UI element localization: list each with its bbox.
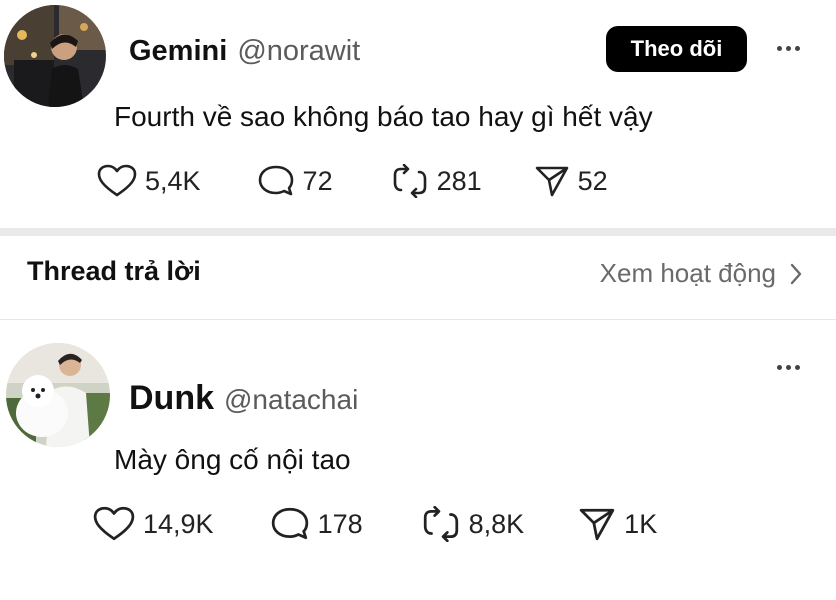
repost-count: 8,8K (468, 508, 525, 539)
chevron-right-icon (790, 263, 802, 284)
author-line: Dunk @natachai (129, 379, 358, 418)
like-button[interactable]: 5,4K (97, 164, 201, 198)
comment-button[interactable]: 72 (257, 164, 333, 198)
send-icon (579, 508, 615, 541)
avatar-gemini[interactable] (4, 5, 106, 107)
share-count: 1K (624, 508, 658, 539)
view-activity-label: Xem hoạt động (599, 258, 776, 288)
heart-icon (93, 506, 135, 541)
comment-icon (271, 507, 308, 540)
avatar-dunk[interactable] (6, 343, 110, 447)
comment-icon (258, 165, 293, 196)
post-text: Fourth về sao không báo tao hay gì hết v… (114, 101, 653, 132)
heart-icon (97, 164, 137, 197)
repost-button[interactable]: 281 (391, 164, 482, 198)
section-divider (0, 228, 836, 236)
display-name[interactable]: Gemini (129, 35, 227, 67)
display-name[interactable]: Dunk (129, 379, 214, 417)
comment-button[interactable]: 178 (270, 506, 363, 542)
like-count: 5,4K (145, 165, 201, 196)
share-button[interactable]: 52 (534, 164, 608, 198)
action-bar: 14,9K 178 8,8K 1K (93, 506, 657, 542)
share-button[interactable]: 1K (578, 506, 657, 542)
repost-icon (393, 164, 426, 198)
repost-icon (423, 506, 458, 542)
thread-title: Thread trả lời (27, 256, 201, 286)
comment-count: 72 (302, 165, 333, 196)
like-button[interactable]: 14,9K (93, 506, 214, 542)
send-icon (535, 166, 568, 197)
more-options-icon[interactable] (777, 365, 800, 370)
comment-count: 178 (317, 508, 363, 539)
author-line: Gemini @norawit (129, 35, 360, 68)
view-activity-link[interactable]: Xem hoạt động (600, 258, 802, 289)
reply-text: Mày ông cố nội tao (114, 444, 351, 475)
like-count: 14,9K (143, 508, 214, 539)
top-post: Gemini @norawit Theo dõi Fourth về sao kh… (0, 0, 836, 228)
repost-button[interactable]: 8,8K (421, 506, 525, 542)
handle[interactable]: @norawit (237, 35, 360, 67)
share-count: 52 (577, 165, 608, 196)
action-bar: 5,4K 72 281 52 (97, 164, 608, 198)
thread-header: Thread trả lời Xem hoạt động (0, 236, 836, 320)
more-options-icon[interactable] (777, 46, 800, 51)
reply-post: Dunk @natachai Mày ông cố nội tao 14,9K 1… (0, 321, 836, 600)
repost-count: 281 (436, 165, 482, 196)
handle[interactable]: @natachai (224, 384, 358, 415)
follow-button[interactable]: Theo dõi (606, 26, 747, 72)
